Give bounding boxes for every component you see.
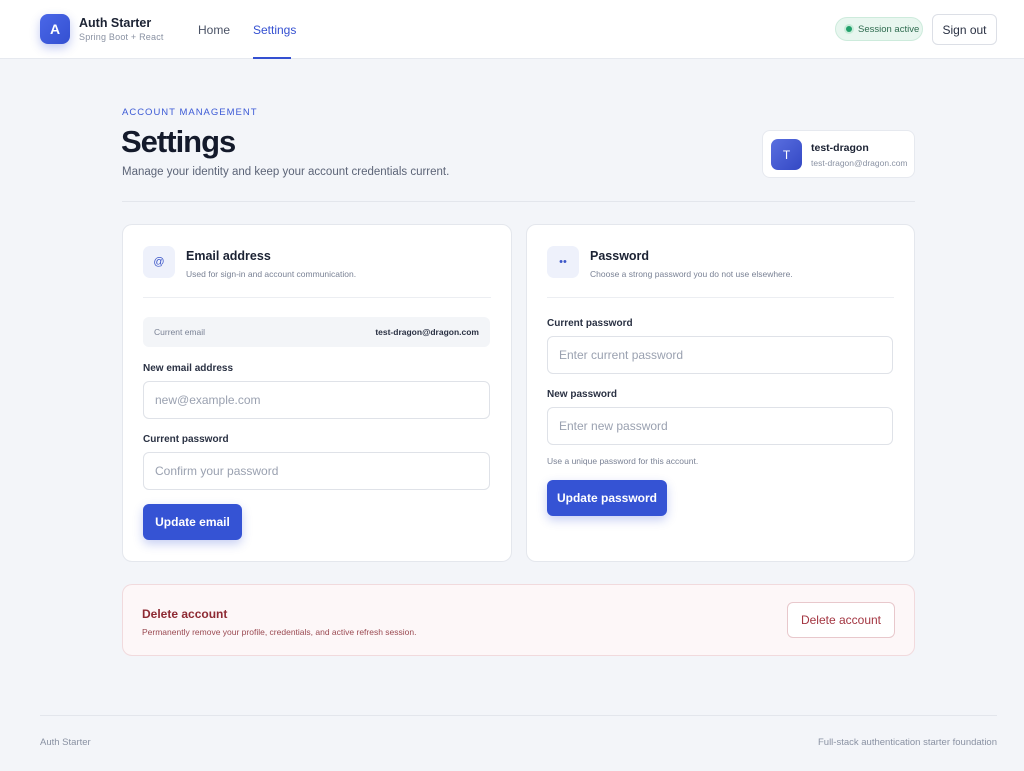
delete-account-description: Permanently remove your profile, credent… — [142, 627, 417, 637]
new-email-label: New email address — [143, 363, 234, 374]
page-subtitle: Manage your identity and keep your accou… — [122, 166, 450, 178]
session-status-label: Session active — [858, 23, 920, 35]
current-password-input[interactable] — [547, 336, 893, 374]
delete-account-panel: Delete account Permanently remove your p… — [122, 584, 915, 656]
footer-tagline: Full-stack authentication starter founda… — [817, 737, 997, 748]
card-divider — [143, 297, 491, 298]
new-password-input[interactable] — [547, 407, 893, 445]
password-dots-icon: •• — [547, 246, 579, 278]
nav-home-link[interactable]: Home — [198, 23, 230, 37]
active-nav-indicator — [253, 57, 291, 59]
top-nav-bar: A Auth Starter Spring Boot + React Home … — [0, 0, 1024, 59]
delete-account-title: Delete account — [142, 607, 228, 621]
current-email-row: Current email test-dragon@dragon.com — [143, 317, 490, 347]
password-settings-card: •• Password Choose a strong password you… — [526, 224, 915, 562]
footer-divider — [40, 715, 997, 716]
email-settings-card: @ Email address Used for sign-in and acc… — [122, 224, 512, 562]
app-name: Auth Starter — [79, 16, 152, 30]
email-confirm-password-input[interactable] — [143, 452, 490, 490]
current-email-label: Current email — [154, 327, 206, 337]
update-password-button[interactable]: Update password — [547, 480, 667, 516]
password-hint: Use a unique password for this account. — [547, 456, 699, 466]
sign-out-button[interactable]: Sign out — [932, 14, 997, 45]
email-card-title: Email address — [186, 249, 271, 263]
current-email-value: test-dragon@dragon.com — [375, 327, 479, 337]
session-status-badge: Session active — [835, 17, 923, 41]
delete-account-button[interactable]: Delete account — [787, 602, 895, 638]
card-divider — [547, 297, 894, 298]
page-title: Settings — [121, 124, 236, 159]
page-eyebrow: ACCOUNT MANAGEMENT — [122, 107, 258, 118]
password-card-description: Choose a strong password you do not use … — [590, 269, 793, 279]
new-password-label: New password — [547, 389, 618, 400]
avatar: T — [771, 139, 802, 170]
footer-brand: Auth Starter — [40, 737, 91, 748]
email-current-password-label: Current password — [143, 434, 229, 445]
user-summary-card: T test-dragon test-dragon@dragon.com — [762, 130, 915, 178]
at-sign-icon: @ — [143, 246, 175, 278]
update-email-button[interactable]: Update email — [143, 504, 242, 540]
section-divider — [122, 201, 915, 202]
nav-settings-link[interactable]: Settings — [253, 23, 296, 37]
status-dot-icon — [846, 26, 852, 32]
email-card-description: Used for sign-in and account communicati… — [186, 269, 357, 279]
password-card-title: Password — [590, 249, 650, 263]
user-name: test-dragon — [811, 142, 869, 154]
new-email-input[interactable] — [143, 381, 490, 419]
user-email: test-dragon@dragon.com — [811, 158, 908, 168]
app-subtitle: Spring Boot + React — [79, 32, 164, 42]
current-password-label: Current password — [547, 318, 633, 329]
app-logo[interactable]: A — [40, 14, 70, 44]
